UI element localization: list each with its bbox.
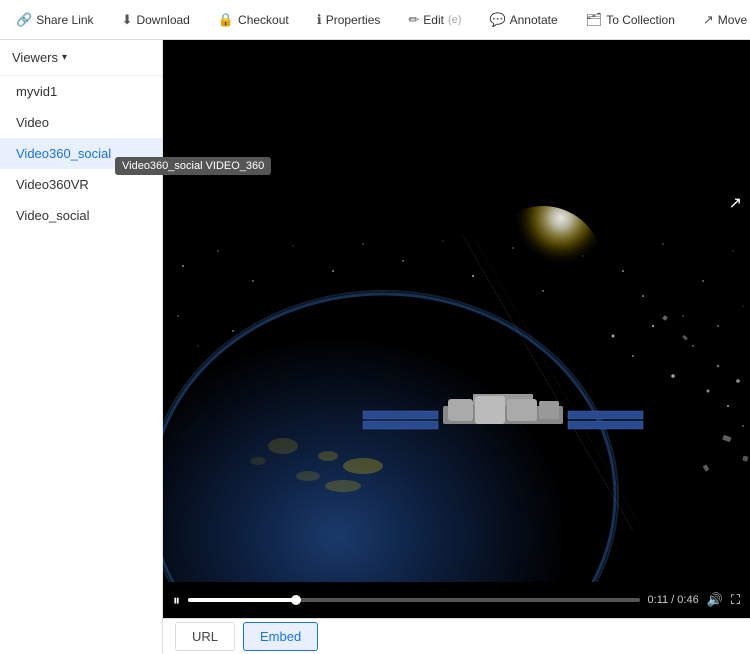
- to-collection-button[interactable]: 🗂 To Collection: [578, 8, 683, 32]
- chevron-down-icon: ▾: [62, 52, 67, 63]
- properties-button[interactable]: ℹ Properties: [309, 8, 389, 32]
- annotate-icon: 💬: [489, 12, 505, 28]
- annotate-button[interactable]: 💬 Annotate: [481, 8, 565, 32]
- volume-button[interactable]: 🔊: [707, 592, 723, 608]
- video-controls: ⏸ 0:11 / 0:46 🔊 ⛶: [163, 582, 750, 618]
- properties-label: Properties: [326, 13, 381, 27]
- sidebar-item-myvid1[interactable]: myvid1: [0, 76, 162, 107]
- to-collection-icon: 🗂: [586, 12, 603, 28]
- to-collection-label: To Collection: [606, 13, 675, 27]
- sidebar-item-video360social[interactable]: Video360_social: [0, 138, 162, 169]
- download-label: Download: [136, 13, 189, 27]
- toolbar: 🔗 Share Link ⬇ Download 🔒 Checkout ℹ Pro…: [0, 0, 750, 40]
- checkout-icon: 🔒: [218, 12, 234, 28]
- annotate-label: Annotate: [510, 13, 558, 27]
- sidebar-item-video360vr[interactable]: Video360VR: [0, 169, 162, 200]
- progress-fill: [188, 598, 296, 602]
- viewers-header[interactable]: Viewers ▾: [0, 40, 162, 76]
- viewers-label: Viewers: [12, 50, 58, 65]
- sidebar: Viewers ▾ myvid1 Video Video360_social V…: [0, 40, 163, 654]
- url-tab-button[interactable]: URL: [175, 622, 235, 651]
- edit-shortcut: (e): [448, 14, 461, 26]
- embed-tab-button[interactable]: Embed: [243, 622, 318, 651]
- move-icon: ↗: [703, 12, 714, 28]
- properties-icon: ℹ: [317, 12, 322, 28]
- video-content: ↗: [163, 185, 750, 582]
- time-display: 0:11 / 0:46: [648, 594, 699, 606]
- sidebar-item-video-social[interactable]: Video_social: [0, 200, 162, 231]
- share-link-button[interactable]: 🔗 Share Link: [8, 8, 102, 32]
- move-label: Move: [718, 13, 747, 27]
- download-button[interactable]: ⬇ Download: [114, 8, 198, 32]
- download-icon: ⬇: [122, 12, 133, 28]
- sidebar-item-video[interactable]: Video: [0, 107, 162, 138]
- move-button[interactable]: ↗ Move (m): [695, 8, 750, 32]
- space-video-frame: [163, 185, 750, 582]
- bottom-tabs: URL Embed: [163, 618, 750, 654]
- progress-thumb: [291, 595, 301, 605]
- play-pause-button[interactable]: ⏸: [173, 592, 180, 609]
- video-area: ↗: [163, 40, 750, 654]
- fullscreen-button[interactable]: ⛶: [731, 592, 740, 608]
- main-layout: Viewers ▾ myvid1 Video Video360_social V…: [0, 40, 750, 654]
- share-icon[interactable]: ↗: [729, 193, 742, 213]
- edit-label: Edit: [423, 13, 444, 27]
- checkout-label: Checkout: [238, 13, 289, 27]
- progress-bar[interactable]: [188, 598, 640, 602]
- share-link-label: Share Link: [36, 13, 93, 27]
- share-link-icon: 🔗: [16, 12, 32, 28]
- video-top-black: [163, 40, 750, 185]
- checkout-button[interactable]: 🔒 Checkout: [210, 8, 297, 32]
- edit-button[interactable]: ✏ Edit (e): [400, 8, 469, 32]
- edit-icon: ✏: [408, 12, 419, 28]
